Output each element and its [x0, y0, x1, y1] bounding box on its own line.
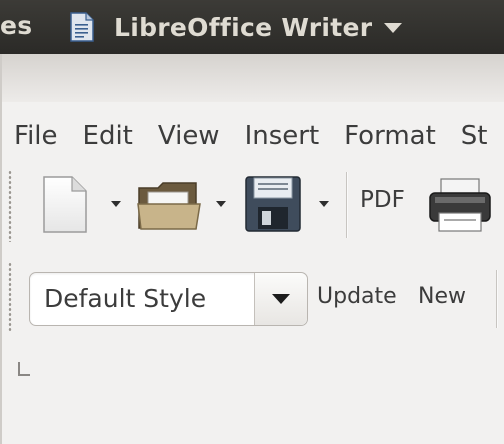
new-dropdown-arrow-icon[interactable]: [111, 201, 121, 207]
print-button[interactable]: [426, 176, 494, 234]
new-style-button[interactable]: New: [418, 284, 466, 309]
open-folder-icon: [137, 182, 201, 230]
formatting-separator: [496, 270, 498, 328]
save-dropdown-arrow-icon[interactable]: [319, 201, 329, 207]
previous-panel-text[interactable]: es: [0, 11, 32, 40]
paragraph-style-value[interactable]: Default Style: [44, 284, 206, 313]
chevron-down-icon: [272, 294, 290, 304]
menu-styles-partial[interactable]: St: [461, 118, 488, 154]
open-dropdown-arrow-icon[interactable]: [216, 201, 226, 207]
menu-file[interactable]: File: [14, 118, 58, 154]
paragraph-style-combobox[interactable]: Default Style: [29, 272, 308, 326]
printer-icon: [429, 178, 491, 232]
menubar: File Edit View Insert Format St: [14, 118, 504, 154]
export-pdf-button[interactable]: PDF: [360, 187, 405, 213]
app-title: LibreOffice Writer: [114, 12, 373, 42]
formatting-toolbar-grip[interactable]: [8, 262, 12, 332]
window-titlebar: [0, 54, 504, 102]
window-border: [0, 54, 2, 444]
app-menu[interactable]: LibreOffice Writer: [70, 10, 403, 44]
toolbar-separator: [346, 172, 348, 238]
open-button[interactable]: [134, 176, 204, 234]
menu-insert[interactable]: Insert: [245, 118, 320, 154]
menu-view[interactable]: View: [158, 118, 220, 154]
top-panel: es LibreOffice Writer: [0, 0, 504, 54]
menu-format[interactable]: Format: [344, 118, 436, 154]
new-document-icon: [43, 176, 87, 233]
save-floppy-icon: [245, 176, 301, 232]
app-menu-arrow-icon: [384, 23, 403, 33]
paragraph-style-dropdown-button[interactable]: [254, 273, 307, 325]
new-document-button[interactable]: [36, 174, 92, 236]
menu-edit[interactable]: Edit: [83, 118, 133, 154]
save-button[interactable]: [242, 174, 304, 234]
update-style-button[interactable]: Update: [317, 284, 397, 309]
text-boundary-corner: [18, 362, 30, 376]
document-icon: [70, 12, 94, 42]
toolbar-grip[interactable]: [8, 170, 12, 242]
